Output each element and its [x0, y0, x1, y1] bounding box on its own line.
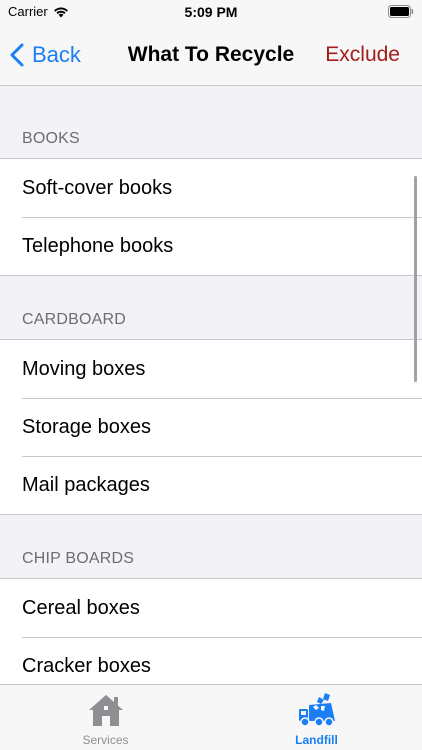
back-button[interactable]: Back: [10, 40, 81, 70]
list-item[interactable]: Storage boxes: [0, 398, 422, 456]
battery-icon: [388, 5, 414, 21]
tab-services[interactable]: Services: [0, 685, 211, 750]
section-header: CHIP BOARDS: [22, 550, 135, 567]
list-item[interactable]: Cereal boxes: [0, 579, 422, 637]
scroll-indicator[interactable]: [414, 176, 417, 382]
list-item[interactable]: Moving boxes: [0, 340, 422, 398]
tab-label: Services: [82, 733, 129, 747]
list-item[interactable]: Mail packages: [0, 456, 422, 514]
chevron-left-icon: [10, 43, 24, 67]
section-list: Cereal boxes Cracker boxes: [0, 578, 422, 684]
navigation-bar: Back What To Recycle Exclude: [0, 24, 422, 86]
list-item[interactable]: Soft-cover books: [0, 159, 422, 217]
section-list: Soft-cover books Telephone books: [0, 158, 422, 276]
house-icon: [86, 691, 126, 729]
section-list: Moving boxes Storage boxes Mail packages: [0, 339, 422, 515]
tab-bar: Services Landfill: [0, 684, 422, 750]
section-header: CARDBOARD: [22, 311, 127, 328]
list-item[interactable]: Telephone books: [0, 217, 422, 275]
section-chip-boards: CHIP BOARDS Cereal boxes Cracker boxes: [0, 515, 422, 684]
back-label: Back: [32, 42, 81, 67]
tab-label: Landfill: [295, 733, 338, 747]
section-header: BOOKS: [22, 130, 80, 147]
list-item[interactable]: Cracker boxes: [0, 637, 422, 684]
garbage-truck-icon: [297, 691, 337, 729]
status-time: 5:09 PM: [184, 4, 238, 20]
exclude-button[interactable]: Exclude: [325, 43, 400, 67]
section-cardboard: CARDBOARD Moving boxes Storage boxes Mai…: [0, 276, 422, 515]
tab-landfill[interactable]: Landfill: [211, 685, 422, 750]
recycle-list[interactable]: BOOKS Soft-cover books Telephone books C…: [0, 86, 422, 684]
section-books: BOOKS Soft-cover books Telephone books: [0, 86, 422, 276]
status-bar: Carrier 5:09 PM: [0, 0, 422, 24]
